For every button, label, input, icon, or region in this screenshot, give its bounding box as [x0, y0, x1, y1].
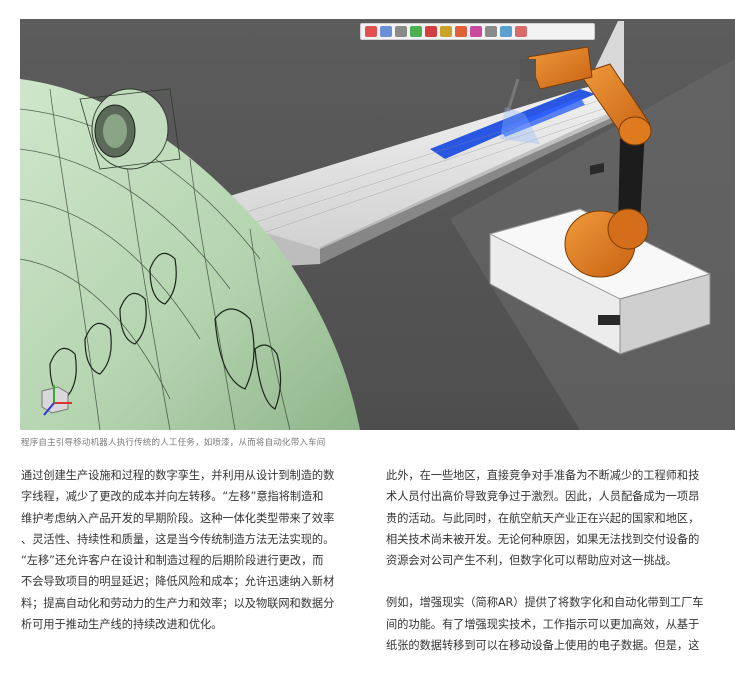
grid-icon[interactable]: [515, 26, 527, 37]
paragraph: 此外，在一些地区，直接竞争对手准备为不断减少的工程师和技 术人员付出高价导致竞争…: [386, 469, 700, 568]
view-icon[interactable]: [425, 26, 437, 37]
zoom-icon[interactable]: [365, 26, 377, 37]
left-column: 通过创建生产设施和过程的数字孪生，并利用从设计到制造的数 字线程，减少了更改的成…: [21, 465, 368, 635]
viewport-toolbar: [360, 23, 595, 40]
search-icon[interactable]: [380, 26, 392, 37]
paragraph: 例如，增强现实（简称AR）提供了将数字化和自动化带到工厂车 间的功能。有了增强现…: [386, 596, 704, 653]
layers-icon[interactable]: [485, 26, 497, 37]
move-icon[interactable]: [440, 26, 452, 37]
palette-icon[interactable]: [410, 26, 422, 37]
filter-icon[interactable]: [470, 26, 482, 37]
figure-caption: 程序自主引导移动机器人执行传统的人工任务，如喷漆，从而将自动化带入车间: [21, 438, 326, 448]
settings-icon[interactable]: [455, 26, 467, 37]
article-page: 程序自主引导移动机器人执行传统的人工任务，如喷漆，从而将自动化带入车间 通过创建…: [0, 0, 735, 684]
paragraph: 通过创建生产设施和过程的数字孪生，并利用从设计到制造的数 字线程，减少了更改的成…: [21, 469, 335, 632]
axis-gizmo-icon: [41, 385, 72, 416]
right-column: 此外，在一些地区，直接竞争对手准备为不断减少的工程师和技 术人员付出高价导致竞争…: [386, 465, 730, 656]
robot-painting-figure: [20, 19, 735, 430]
simulation-viewport: [20, 19, 735, 430]
rotate-icon[interactable]: [395, 26, 407, 37]
camera-icon[interactable]: [500, 26, 512, 37]
